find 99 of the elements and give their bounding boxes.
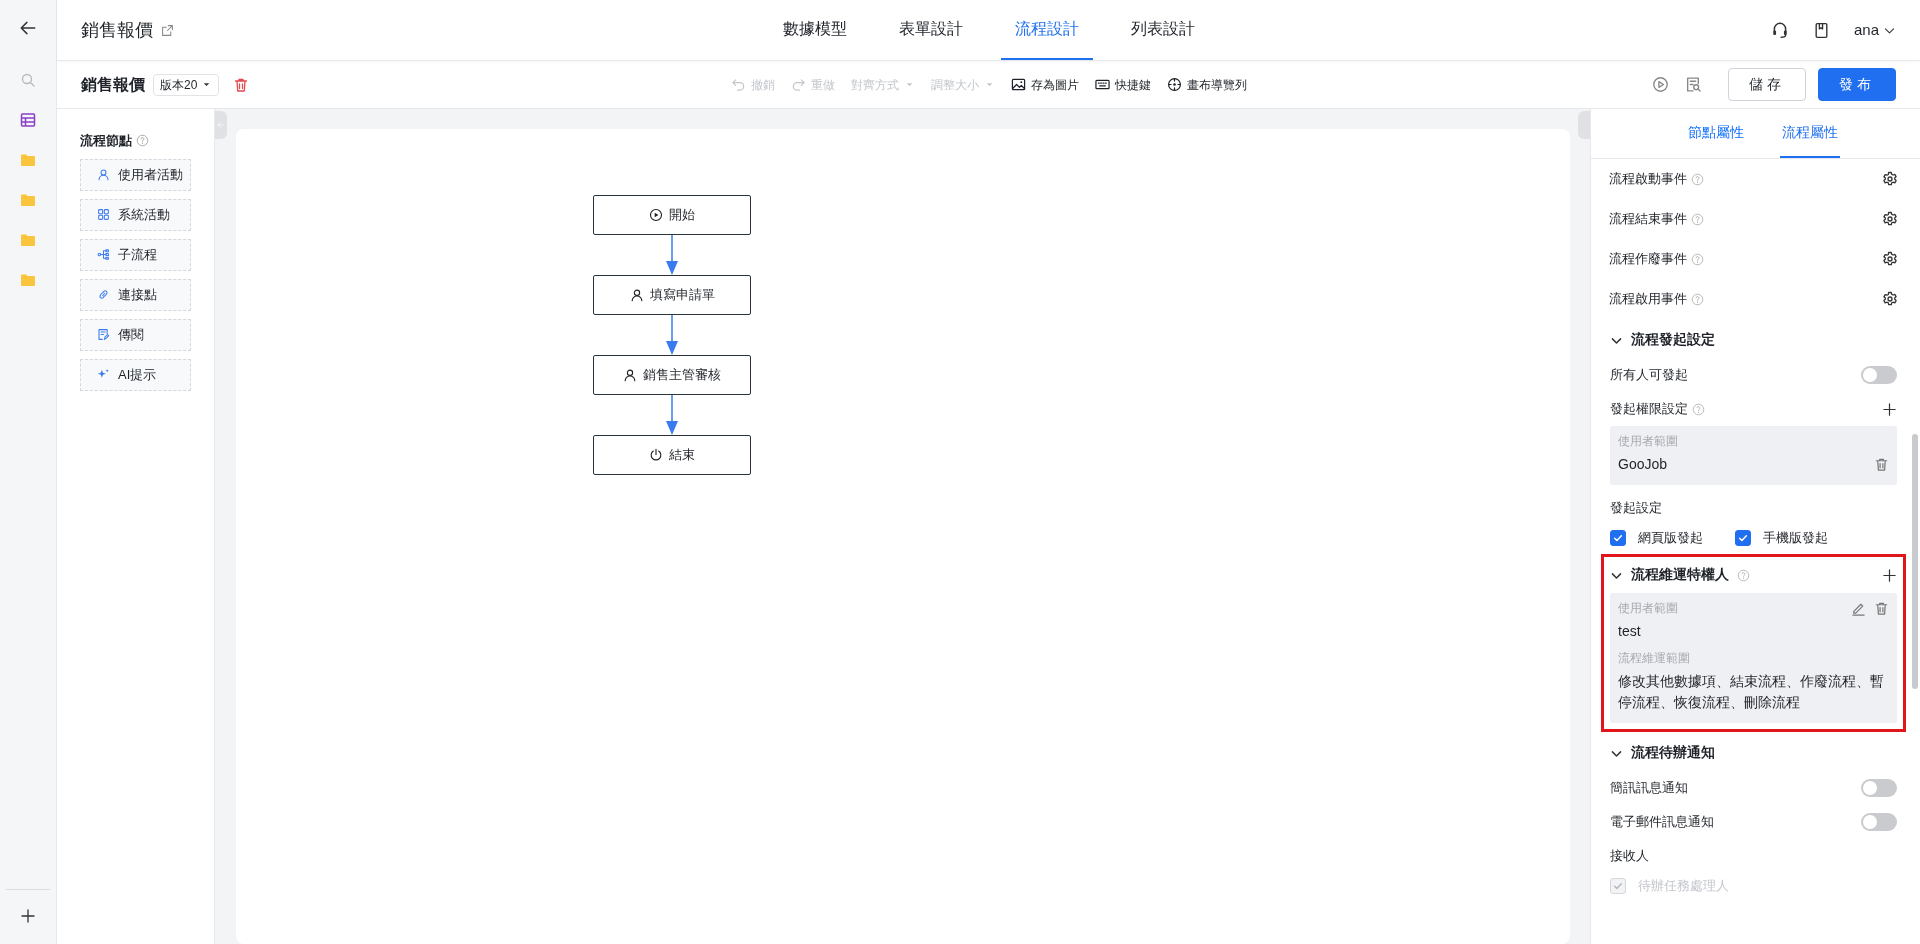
field-value: GooJob [1618,455,1668,474]
person-icon [623,368,637,382]
nav-tab[interactable]: 數據模型 [768,0,861,60]
delete-icon[interactable] [233,76,250,93]
flow-node: 開始 [593,195,751,235]
settings-icon[interactable] [1882,171,1898,187]
play-icon [649,208,663,222]
nav-tab[interactable]: 列表設計 [1116,0,1209,60]
table-icon[interactable] [20,112,36,128]
publish-button[interactable]: 發布 [1818,68,1896,101]
field-label: 接收人 [1610,847,1649,865]
external-link-icon[interactable] [161,23,174,37]
help-icon[interactable] [1692,402,1705,416]
check-icon [1612,880,1624,892]
arrow [664,395,680,435]
help-icon[interactable] [136,134,149,148]
section-title: 流程發起設定 [1631,330,1715,349]
delete-icon[interactable] [1874,457,1889,472]
flow-node: 結束 [593,435,751,475]
field-label: 流程啟用事件 [1609,290,1687,308]
panel-tab[interactable]: 流程屬性 [1779,109,1840,158]
play-icon[interactable] [1652,76,1669,93]
preview-icon[interactable] [1685,76,1702,93]
nav-tab[interactable]: 表單設計 [884,0,977,60]
toggle-switch[interactable] [1861,813,1897,831]
field-label: 電子郵件訊息通知 [1610,813,1714,831]
add-icon[interactable] [1882,401,1897,417]
checkbox[interactable]: 手機版發起 [1735,528,1828,548]
palette-item[interactable]: 子流程 [80,238,191,271]
image-icon [1010,77,1026,92]
add-icon[interactable] [20,908,36,924]
toolbar-button[interactable]: 畫布導覽列 [1166,75,1247,94]
toolbar-button[interactable]: 存為圖片 [1010,75,1079,94]
field-label: 使用者範圍 [1618,433,1678,450]
scrollbar[interactable] [1912,434,1918,689]
save-button[interactable]: 儲存 [1728,68,1806,101]
back-icon[interactable] [19,19,37,37]
field-label: 所有人可發起 [1610,366,1688,384]
book-icon[interactable] [1812,21,1830,39]
palette-item[interactable]: 傳閱 [80,318,191,351]
delete-icon[interactable] [1874,600,1889,616]
grid-icon [97,208,110,221]
flow-node: 填寫申請單 [593,275,751,315]
headset-icon[interactable] [1770,21,1789,39]
field-label: 流程啟動事件 [1609,170,1687,188]
panel-tab[interactable]: 節點屬性 [1685,109,1746,158]
checkbox[interactable]: 網頁版發起 [1610,528,1703,548]
toggle-switch[interactable] [1861,366,1897,384]
section-title: 流程待辦通知 [1631,743,1715,762]
field-value: test [1618,622,1641,641]
collapse-handle[interactable] [215,111,227,139]
link-icon [97,288,110,301]
undo-icon [730,77,746,92]
branch-icon [97,248,110,261]
palette-item[interactable]: AI提示 [80,358,191,391]
check-icon [1612,532,1624,544]
palette-item[interactable]: 系統活動 [80,198,191,231]
help-icon[interactable] [1691,212,1704,226]
chevron-left-icon [217,121,225,129]
help-icon[interactable] [1691,172,1704,186]
app-title: 銷售報價 [81,18,153,42]
user-menu[interactable]: ana [1853,18,1896,42]
arrow [664,315,680,355]
search-icon[interactable] [20,72,36,88]
add-icon[interactable] [1882,567,1897,583]
field-label: 使用者範圍 [1618,600,1678,617]
settings-icon[interactable] [1882,251,1898,267]
field-value: 修改其他數據項、結束流程、作廢流程、暫停流程、恢復流程、刪除流程 [1618,672,1885,712]
field-label: 簡訊訊息通知 [1610,779,1688,797]
arrow [664,235,680,275]
person-icon [629,288,644,302]
help-icon[interactable] [1737,568,1750,582]
field-label: 流程作廢事件 [1609,250,1687,268]
help-icon[interactable] [1691,292,1704,306]
document-icon [97,328,110,341]
panel-title: 流程節點 [80,132,132,150]
settings-icon[interactable] [1882,291,1898,307]
keyboard-icon [1094,77,1110,92]
settings-icon[interactable] [1882,211,1898,227]
flow-node: 銷售主管審核 [593,355,751,395]
field-label: 發起權限設定 [1610,400,1688,418]
help-icon[interactable] [1691,252,1704,266]
flow-title: 銷售報價 [81,74,145,95]
palette-item[interactable]: 使用者活動 [80,158,191,191]
palette-item[interactable]: 連接點 [80,278,191,311]
redo-icon [790,77,806,92]
field-label: 發起設定 [1610,499,1662,517]
person-icon [97,168,110,181]
compass-icon [1166,77,1182,92]
check-icon [1737,532,1749,544]
field-label: 流程維運範圍 [1618,650,1690,667]
toolbar-button[interactable]: 快捷鍵 [1094,75,1151,94]
power-icon [649,448,663,462]
section-title: 流程維運特權人 [1631,565,1729,584]
collapse-handle[interactable] [1578,111,1590,139]
version-select[interactable]: 版本20 [153,73,220,96]
toggle-switch[interactable] [1861,779,1897,797]
field-label: 流程結束事件 [1609,210,1687,228]
nav-tab[interactable]: 流程設計 [1000,0,1093,60]
